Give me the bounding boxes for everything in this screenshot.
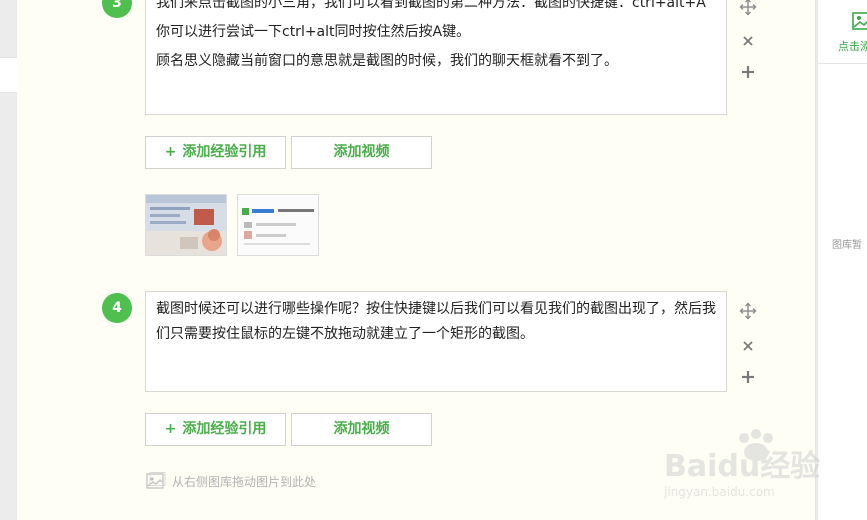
image-library-panel: 点击添 图库暂 (817, 0, 867, 520)
step-number-badge: 4 (102, 293, 132, 323)
plus-icon[interactable] (739, 63, 757, 81)
left-toolbar-strip (0, 57, 17, 93)
move-arrows-icon[interactable] (739, 302, 757, 320)
close-icon[interactable] (739, 32, 757, 50)
add-reference-label: 添加经验引用 (182, 421, 267, 437)
close-icon[interactable] (739, 337, 757, 355)
add-video-button[interactable]: 添加视频 (291, 136, 432, 169)
step-image-thumbnail[interactable] (145, 194, 227, 256)
watermark-logo-text: Baidu经验 (664, 449, 820, 484)
move-arrows-icon[interactable] (739, 0, 757, 16)
add-video-label: 添加视频 (333, 421, 390, 437)
plus-glyph: + (164, 144, 177, 160)
step-3-paragraph-2: 你可以进行尝试一下ctrl+alt同时按住然后按A键。 (156, 24, 471, 40)
watermark-url-text: jingyan.baidu.com (663, 485, 775, 499)
upload-tab-label: 点击添 (838, 40, 867, 53)
step-3-paragraph-1: 我们来点击截图的小三角，我们可以看到截图的第二种方法：截图的快捷键：ctrl+a… (156, 0, 706, 11)
add-reference-label: 添加经验引用 (182, 144, 267, 160)
add-video-label: 添加视频 (333, 144, 390, 160)
upload-image-tab[interactable]: 点击添 (818, 0, 867, 64)
drag-hint-label: 从右侧图库拖动图片到此处 (172, 475, 317, 489)
baidu-jingyan-watermark: Baidu经验 jingyan.baidu.com (663, 429, 820, 499)
plus-icon[interactable] (739, 368, 757, 386)
thumbnail-screenshot-image (146, 195, 226, 255)
library-empty-text: 图库暂 (832, 240, 862, 251)
step-4-paragraph-1: 截图时候还可以进行哪些操作呢？按住快捷键以后我们可以看见我们的截图出现了，然后我… (156, 301, 716, 342)
step-4-text-box[interactable]: 截图时候还可以进行哪些操作呢？按住快捷键以后我们可以看见我们的截图出现了，然后我… (145, 291, 727, 392)
add-video-button[interactable]: 添加视频 (291, 413, 432, 446)
add-reference-button[interactable]: + 添加经验引用 (145, 136, 286, 169)
step-image-thumbnail[interactable] (237, 194, 319, 256)
add-reference-button[interactable]: + 添加经验引用 (145, 413, 286, 446)
image-icon (146, 472, 166, 489)
step-3-paragraph-3: 顾名思义隐藏当前窗口的意思就是截图的时候，我们的聊天框就看不到了。 (156, 53, 618, 69)
thumbnail-screenshot-image (238, 195, 318, 255)
plus-glyph: + (164, 421, 177, 437)
step-3-text-box[interactable]: 我们来点击截图的小三角，我们可以看到截图的第二种方法：截图的快捷键：ctrl+a… (145, 0, 727, 115)
image-upload-icon (852, 12, 867, 30)
